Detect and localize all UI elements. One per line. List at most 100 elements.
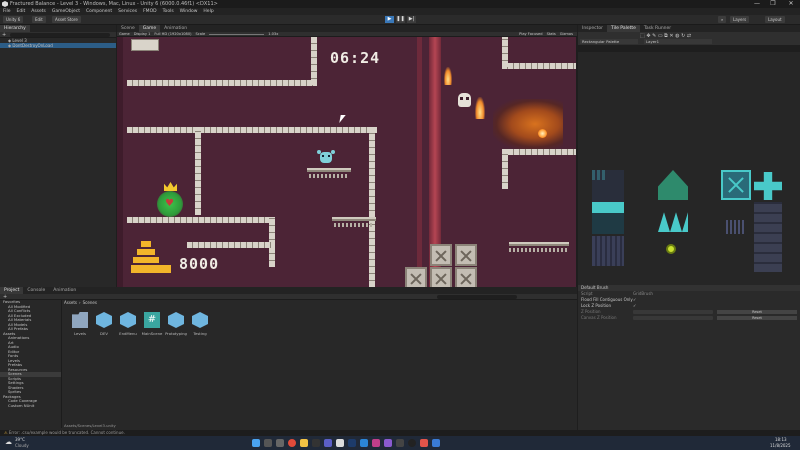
tile-dark-block[interactable] bbox=[592, 170, 624, 202]
explorer-icon[interactable] bbox=[300, 439, 308, 447]
edit-dropdown[interactable]: Edit bbox=[32, 16, 46, 23]
status-message[interactable]: Error: .csu/example would be truncated. … bbox=[9, 430, 125, 435]
unity-scene-icon bbox=[192, 312, 208, 328]
game-viewport[interactable]: 06:24 ♥ 8000 bbox=[117, 37, 576, 287]
asset-item[interactable]: EndMenu bbox=[116, 312, 140, 336]
skull-icon bbox=[458, 93, 471, 107]
brush-inspector: Default Brush Script GridBrush Flood Fil… bbox=[578, 285, 800, 430]
search-input[interactable] bbox=[10, 32, 111, 37]
tile-bars-icon[interactable] bbox=[726, 220, 746, 234]
gizmos-button[interactable]: Gizmos bbox=[560, 32, 573, 36]
add-icon[interactable]: + bbox=[3, 294, 7, 300]
menu-fmod[interactable]: FMOD bbox=[140, 8, 159, 15]
start-icon[interactable] bbox=[252, 439, 260, 447]
tile-cyan-ledge[interactable] bbox=[592, 202, 624, 234]
scale-slider[interactable] bbox=[209, 33, 265, 35]
z-position-field[interactable] bbox=[633, 310, 713, 314]
add-icon[interactable]: + bbox=[2, 32, 6, 38]
taskview-icon[interactable] bbox=[276, 439, 284, 447]
brush-row-canvas-z: Canvas Z Position Reset bbox=[578, 315, 800, 321]
canvas-z-field[interactable] bbox=[633, 316, 713, 320]
menu-tools[interactable]: Tools bbox=[160, 8, 177, 15]
tree-item[interactable]: Custom NUnit bbox=[0, 404, 61, 409]
unity-icon[interactable] bbox=[336, 439, 344, 447]
layout-dropdown[interactable]: Layout bbox=[765, 16, 785, 23]
tile-dark-column[interactable] bbox=[592, 236, 624, 266]
tab-animation[interactable]: Animation bbox=[160, 25, 191, 32]
crate bbox=[405, 267, 427, 287]
tab-animation[interactable]: Animation bbox=[49, 287, 80, 294]
tile-cross-icon[interactable] bbox=[754, 172, 782, 200]
account-button[interactable]: Unity 6 bbox=[3, 16, 24, 23]
tile-coin-icon[interactable] bbox=[666, 244, 676, 254]
sign-panel bbox=[131, 39, 159, 51]
obs-icon[interactable] bbox=[408, 439, 416, 447]
pause-button[interactable]: ❚❚ bbox=[396, 16, 405, 23]
resolution-dropdown[interactable]: Full HD (1920x1080) bbox=[154, 32, 191, 36]
asset-item[interactable]: # MainScene bbox=[140, 312, 164, 336]
tab-tile-palette[interactable]: Tile Palette bbox=[607, 25, 640, 32]
menu-window[interactable]: Window bbox=[177, 8, 201, 15]
breadcrumb-assets[interactable]: Assets bbox=[64, 300, 77, 305]
play-focused-dropdown[interactable]: Play Focused bbox=[519, 32, 542, 36]
vscode-icon[interactable] bbox=[360, 439, 368, 447]
search-icon[interactable] bbox=[264, 439, 272, 447]
tile-dark-grid[interactable] bbox=[754, 202, 782, 272]
github-icon[interactable] bbox=[396, 439, 404, 447]
menu-help[interactable]: Help bbox=[200, 8, 216, 15]
minimize-button[interactable]: — bbox=[750, 0, 764, 8]
mouse-cursor-icon bbox=[339, 115, 346, 123]
teams-icon[interactable] bbox=[324, 439, 332, 447]
step-button[interactable]: ▶| bbox=[407, 16, 416, 23]
asset-item[interactable]: Prototyping bbox=[164, 312, 188, 336]
tab-inspector[interactable]: Inspector bbox=[578, 25, 607, 32]
reset-button[interactable]: Reset bbox=[717, 310, 797, 314]
breadcrumb-scenes[interactable]: Scenes bbox=[83, 300, 97, 305]
tab-scene[interactable]: Scene bbox=[117, 25, 139, 32]
tab-console[interactable]: Console bbox=[23, 287, 49, 294]
game-score: 8000 bbox=[179, 255, 220, 273]
menu-assets[interactable]: Assets bbox=[28, 8, 49, 15]
menu-component[interactable]: Component bbox=[83, 8, 115, 15]
asset-item[interactable]: DEV bbox=[92, 312, 116, 336]
clock-date[interactable]: 11/8/2025 bbox=[770, 443, 791, 448]
asset-item[interactable]: Levels bbox=[68, 312, 92, 336]
chrome-icon[interactable] bbox=[288, 439, 296, 447]
photoshop-icon[interactable] bbox=[348, 439, 356, 447]
menu-services[interactable]: Services bbox=[115, 8, 140, 15]
close-button[interactable]: ✕ bbox=[784, 0, 798, 8]
reset-button[interactable]: Reset bbox=[717, 316, 797, 320]
tile-spikes-icon[interactable] bbox=[658, 212, 688, 232]
maximize-button[interactable]: ❐ bbox=[766, 0, 780, 8]
tile-house-icon[interactable] bbox=[658, 170, 688, 200]
layer-dropdown[interactable]: Layer1 bbox=[644, 39, 712, 44]
tile-crate-icon[interactable] bbox=[721, 170, 751, 200]
crate bbox=[430, 244, 452, 266]
git-icon[interactable] bbox=[420, 439, 428, 447]
asset-item[interactable]: Testing bbox=[188, 312, 212, 336]
stats-button[interactable]: Stats bbox=[547, 32, 556, 36]
tab-task-runner[interactable]: Task Runner bbox=[640, 25, 675, 32]
rider-icon[interactable] bbox=[372, 439, 380, 447]
visualstudio-icon[interactable] bbox=[384, 439, 392, 447]
menu-gameobject[interactable]: GameObject bbox=[49, 8, 83, 15]
play-button[interactable]: ▶ bbox=[385, 16, 394, 23]
menu-file[interactable]: File bbox=[0, 8, 14, 15]
search-icon[interactable]: ⌕ bbox=[718, 16, 727, 23]
lock-z-checkbox[interactable]: ✓ bbox=[633, 303, 636, 309]
clock-time[interactable]: 18:13 bbox=[775, 437, 787, 442]
layers-dropdown[interactable]: Layers bbox=[730, 16, 750, 23]
display-number-dropdown[interactable]: Display 1 bbox=[134, 32, 151, 36]
asset-store-button[interactable]: Asset Store bbox=[52, 16, 81, 23]
player-character bbox=[317, 150, 335, 166]
palette-dropdown[interactable]: Rectangular Palette bbox=[580, 39, 638, 44]
tab-game[interactable]: Game bbox=[138, 25, 161, 32]
hierarchy-item-dontdestroy[interactable]: ◆ DontDestroyOnLoad bbox=[0, 43, 116, 48]
crowned-heart: ♥ bbox=[155, 182, 185, 220]
display-dropdown[interactable]: Game bbox=[119, 32, 130, 36]
menu-edit[interactable]: Edit bbox=[14, 8, 29, 15]
app-icon[interactable] bbox=[432, 439, 440, 447]
project-search-input[interactable] bbox=[437, 294, 518, 299]
terminal-icon[interactable] bbox=[312, 439, 320, 447]
tile-palette-grid[interactable] bbox=[578, 52, 800, 285]
